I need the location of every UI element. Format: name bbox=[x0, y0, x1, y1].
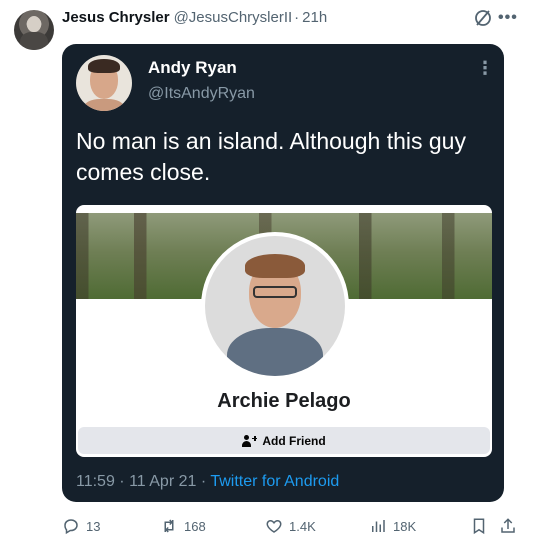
author-handle[interactable]: @JesusChryslerII bbox=[174, 9, 293, 26]
quoted-author-handle: @ItsAndyRyan bbox=[148, 85, 255, 102]
author-avatar[interactable] bbox=[14, 10, 54, 50]
quoted-tweet-source: Twitter for Android bbox=[210, 473, 340, 490]
tweet: Jesus Chrysler @JesusChryslerII · 21h ••… bbox=[0, 0, 535, 554]
ellipsis-icon[interactable]: ••• bbox=[498, 9, 520, 27]
heart-icon bbox=[266, 519, 282, 533]
profile-picture bbox=[201, 232, 349, 380]
reply-icon bbox=[64, 519, 78, 535]
quoted-author-avatar bbox=[76, 55, 132, 111]
views-button[interactable]: 18K bbox=[369, 512, 416, 540]
quoted-author-name: Andy Ryan bbox=[148, 58, 237, 77]
profile-picture-inner bbox=[205, 236, 345, 376]
meta-separator: · bbox=[196, 473, 211, 490]
reply-count: 13 bbox=[86, 518, 101, 534]
vertical-ellipsis-icon: ⋮ bbox=[476, 58, 494, 78]
add-friend-icon bbox=[242, 434, 258, 447]
avatar-head bbox=[27, 16, 41, 32]
like-button[interactable]: 1.4K bbox=[265, 512, 316, 540]
bar-chart-icon bbox=[372, 520, 385, 532]
tweet-time[interactable]: 21h bbox=[302, 9, 327, 26]
reply-button[interactable]: 13 bbox=[62, 512, 100, 540]
quoted-tweet-meta: 11:59 · 11 Apr 21 · Twitter for Android bbox=[76, 473, 339, 491]
profile-glasses bbox=[253, 286, 297, 298]
share-button[interactable] bbox=[499, 512, 517, 540]
facebook-profile-card: Archie Pelago Add Friend bbox=[76, 205, 492, 457]
like-count: 1.4K bbox=[289, 518, 316, 534]
retweet-icon bbox=[164, 519, 174, 533]
profile-shirt bbox=[227, 328, 323, 376]
profile-name: Archie Pelago bbox=[217, 390, 351, 412]
bookmark-icon bbox=[473, 518, 485, 535]
quoted-tweet-timestamp: 11:59 · 11 Apr 21 bbox=[76, 473, 197, 490]
retweet-button[interactable]: 168 bbox=[160, 512, 206, 540]
avatar-hair bbox=[88, 59, 120, 73]
author-name[interactable]: Jesus Chrysler bbox=[62, 9, 170, 26]
grok-icon[interactable] bbox=[473, 8, 493, 28]
tweet-header: Jesus Chrysler @JesusChryslerII · 21h bbox=[62, 9, 327, 29]
embedded-screenshot[interactable]: Andy Ryan @ItsAndyRyan ⋮ No man is an is… bbox=[62, 44, 504, 502]
avatar-neck bbox=[84, 99, 124, 111]
profile-hair bbox=[245, 254, 305, 278]
add-friend-button: Add Friend bbox=[78, 427, 490, 454]
avatar-body bbox=[20, 32, 48, 50]
share-icon bbox=[501, 518, 515, 533]
view-count: 18K bbox=[393, 518, 417, 534]
retweet-count: 168 bbox=[184, 518, 206, 534]
add-friend-label: Add Friend bbox=[262, 433, 326, 448]
bookmark-button[interactable] bbox=[470, 512, 488, 540]
quoted-tweet-text: No man is an island. Although this guy c… bbox=[76, 128, 466, 185]
header-separator: · bbox=[294, 9, 300, 26]
tweet-actions: 13 168 1.4K 18K bbox=[62, 512, 522, 540]
